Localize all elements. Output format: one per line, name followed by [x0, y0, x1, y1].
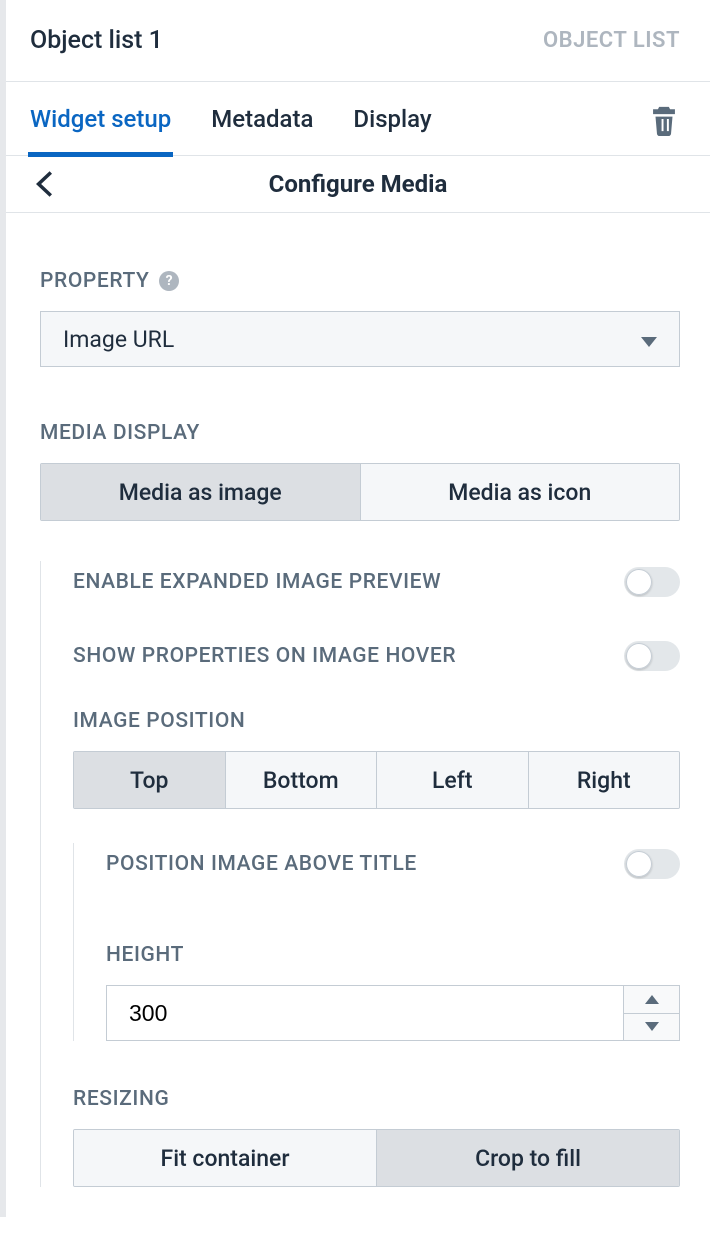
position-right-button[interactable]: Right [528, 752, 680, 808]
height-input[interactable] [106, 985, 624, 1041]
height-label: HEIGHT [106, 943, 680, 967]
resizing-label: RESIZING [73, 1087, 680, 1111]
fit-container-button[interactable]: Fit container [74, 1130, 376, 1186]
show-hover-properties-label: SHOW PROPERTIES ON IMAGE HOVER [73, 644, 456, 668]
media-as-image-button[interactable]: Media as image [41, 464, 360, 520]
property-select[interactable]: Image URL [40, 311, 680, 367]
height-step-down[interactable] [624, 1014, 679, 1041]
chevron-left-icon [36, 171, 52, 197]
resizing-group: Fit container Crop to fill [73, 1129, 680, 1187]
media-display-group: Media as image Media as icon [40, 463, 680, 521]
help-icon[interactable]: ? [159, 271, 179, 291]
panel-type-label: OBJECT LIST [543, 28, 680, 53]
position-above-title-label: POSITION IMAGE ABOVE TITLE [106, 852, 417, 876]
caret-down-icon [641, 326, 657, 353]
trash-icon [649, 102, 679, 136]
property-select-value: Image URL [63, 326, 174, 353]
position-top-button[interactable]: Top [74, 752, 225, 808]
position-bottom-button[interactable]: Bottom [225, 752, 377, 808]
tab-metadata[interactable]: Metadata [211, 82, 313, 156]
height-spinner [624, 985, 680, 1041]
height-step-up[interactable] [624, 986, 679, 1014]
media-display-label: MEDIA DISPLAY [40, 421, 680, 445]
chevron-down-icon [645, 1022, 659, 1031]
show-hover-properties-toggle[interactable] [624, 641, 680, 671]
panel-title: Object list 1 [30, 26, 163, 55]
subheader: Configure Media [6, 156, 710, 213]
tabs-row: Widget setup Metadata Display [6, 82, 710, 156]
media-as-icon-button[interactable]: Media as icon [360, 464, 680, 520]
delete-button[interactable] [648, 101, 680, 137]
enable-expanded-preview-label: ENABLE EXPANDED IMAGE PREVIEW [73, 570, 441, 594]
image-position-group: Top Bottom Left Right [73, 751, 680, 809]
chevron-up-icon [645, 995, 659, 1004]
subheader-title: Configure Media [6, 170, 710, 198]
crop-to-fill-button[interactable]: Crop to fill [376, 1130, 679, 1186]
back-button[interactable] [30, 170, 58, 198]
position-left-button[interactable]: Left [376, 752, 528, 808]
tab-widget-setup[interactable]: Widget setup [30, 82, 171, 156]
enable-expanded-preview-toggle[interactable] [624, 567, 680, 597]
tab-display[interactable]: Display [353, 82, 431, 156]
panel-header: Object list 1 OBJECT LIST [6, 0, 710, 82]
position-above-title-toggle[interactable] [624, 849, 680, 879]
image-position-label: IMAGE POSITION [73, 709, 680, 733]
property-label: PROPERTY ? [40, 269, 680, 293]
